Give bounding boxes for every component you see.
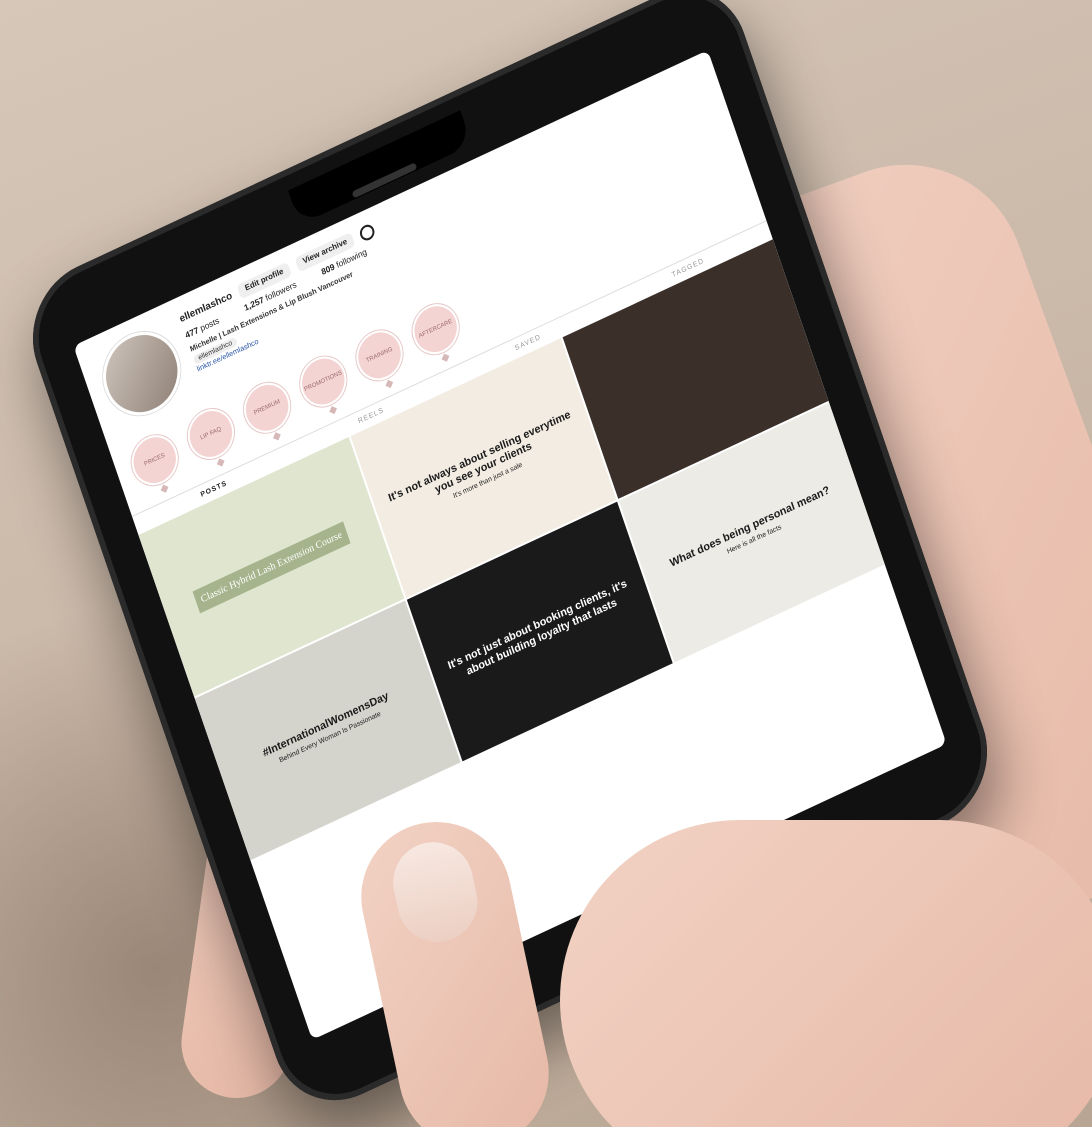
post-6-text: What does being personal mean? Here is al… [668,484,832,570]
thumb-nail [385,834,485,950]
post-5-text: It's not just about booking clients, it'… [446,577,629,678]
highlight-premium[interactable]: PREMIUM [237,374,300,449]
settings-gear-icon[interactable] [358,222,377,243]
highlight-lip-faq[interactable]: LIP FAQ [181,401,243,475]
highlight-training[interactable]: TRAINING [349,322,412,396]
heart-icon [385,379,394,388]
heart-icon [160,484,169,493]
post-4-text: #InternationalWomensDay Behind Every Woma… [261,690,391,765]
post-1-title: Classic Hybrid Lash Extension Course [191,520,351,614]
heart-icon [273,432,281,441]
right-palm [560,820,1092,1127]
heart-icon [216,458,225,467]
profile-avatar[interactable] [92,318,192,429]
heart-icon [329,406,337,415]
heart-icon [441,353,450,362]
highlight-aftercare[interactable]: AFTERCARE [406,296,468,370]
highlight-prices[interactable]: PRICES [125,427,187,501]
photo-scene: ellemlashco Edit profile View archive 47… [0,0,1092,1127]
highlight-promotions[interactable]: PROMOTIONS [293,348,356,423]
post-2-text: It's not always about selling everytime … [386,408,573,505]
